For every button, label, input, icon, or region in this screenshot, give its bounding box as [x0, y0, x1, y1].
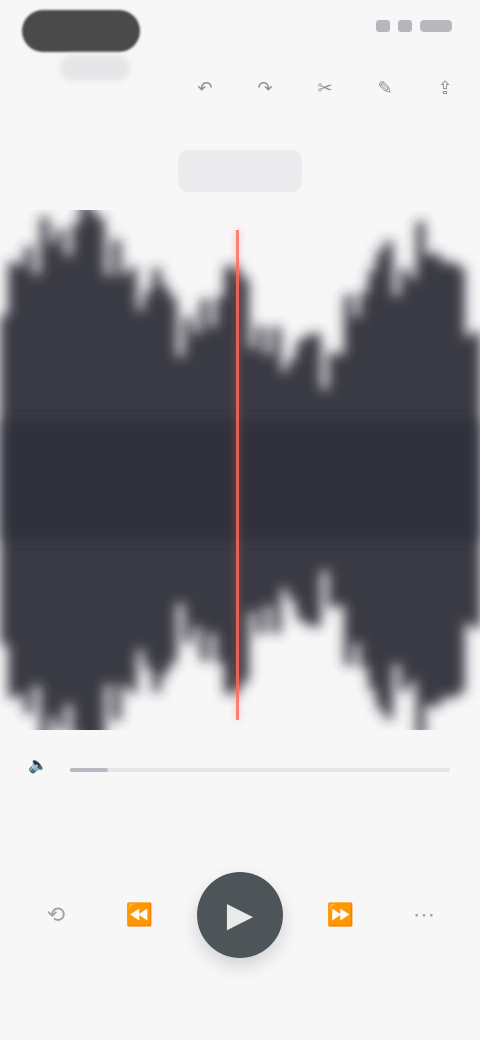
current-time: [178, 150, 302, 192]
playhead[interactable]: [236, 230, 239, 720]
undo-icon[interactable]: ↶: [190, 73, 220, 103]
speed-icon[interactable]: ⟲: [30, 889, 82, 941]
scrubber-left[interactable]: 🔈: [28, 755, 48, 775]
status-pill: [22, 10, 140, 52]
edit-icon[interactable]: ✎: [370, 73, 400, 103]
waveform[interactable]: [0, 210, 480, 730]
scrubber-track[interactable]: [70, 768, 450, 772]
share-icon[interactable]: ⇪: [430, 73, 460, 103]
rewind-15-icon[interactable]: ⏪: [114, 889, 166, 941]
signal-icon: [376, 20, 390, 32]
battery-icon: [420, 20, 452, 32]
forward-15-icon[interactable]: ⏩: [315, 889, 367, 941]
playback-controls: ⟲ ⏪ ▶ ⏩ ⋯: [0, 860, 480, 970]
play-button[interactable]: ▶: [197, 872, 283, 958]
editor-toolbar: ↶ ↷ ✂ ✎ ⇪: [190, 70, 460, 106]
trim-icon[interactable]: ✂: [310, 73, 340, 103]
status-shadow: [60, 55, 130, 81]
waveform-center-band: [0, 420, 480, 540]
more-icon[interactable]: ⋯: [398, 889, 450, 941]
waveform-svg[interactable]: [0, 210, 480, 730]
speaker-icon[interactable]: 🔈: [28, 755, 48, 775]
redo-icon[interactable]: ↷: [250, 73, 280, 103]
wifi-icon: [398, 20, 412, 32]
scrubber-progress: [70, 768, 108, 772]
status-indicators: [376, 20, 452, 32]
